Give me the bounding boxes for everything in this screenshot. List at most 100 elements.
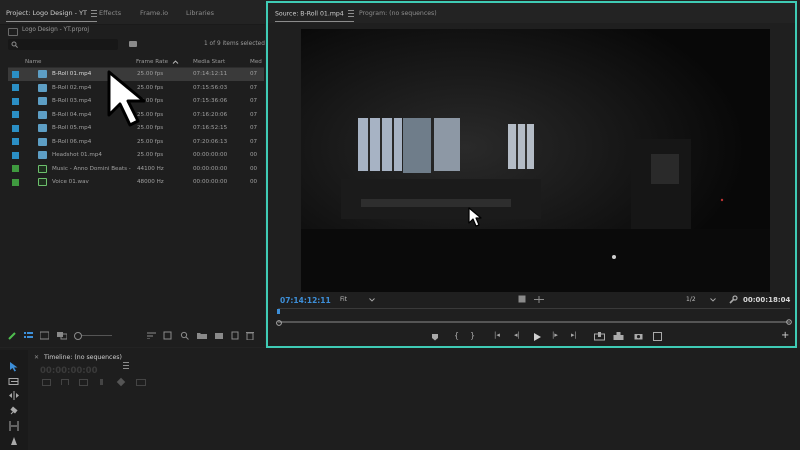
zoom-slider-handle[interactable] bbox=[74, 332, 82, 340]
fit-dropdown[interactable]: Fit bbox=[340, 295, 378, 305]
icon-view-icon[interactable] bbox=[40, 331, 49, 340]
video-preview[interactable] bbox=[301, 29, 770, 292]
insert-icon[interactable] bbox=[594, 332, 605, 341]
pencil-icon[interactable] bbox=[8, 332, 16, 340]
label-color-swatch[interactable] bbox=[12, 70, 19, 78]
new-item-icon[interactable] bbox=[231, 331, 240, 340]
close-icon[interactable]: ✕ bbox=[34, 354, 39, 361]
button-editor-icon[interactable] bbox=[653, 332, 662, 341]
item-media-end: 07 bbox=[250, 138, 258, 145]
video-file-icon bbox=[38, 70, 47, 78]
razor-tool-icon[interactable] bbox=[9, 406, 19, 416]
search-input[interactable] bbox=[8, 39, 118, 50]
source-monitor-panel: Source: B-Roll 01.mp4 Program: (no seque… bbox=[266, 1, 797, 348]
snap-icon[interactable] bbox=[61, 379, 69, 385]
list-item[interactable]: Music - Anno Domini Beats - 44100 Hz 00:… bbox=[8, 162, 264, 176]
playhead-track[interactable] bbox=[278, 321, 790, 323]
items-selected-count: 1 of 9 items selected bbox=[204, 41, 265, 47]
mark-in-icon[interactable]: { bbox=[454, 331, 459, 340]
new-bin-icon[interactable] bbox=[197, 331, 207, 339]
project-file-name: Logo Design - YT.prproj bbox=[22, 27, 89, 33]
wrench-icon[interactable] bbox=[116, 377, 126, 387]
tools-panel bbox=[0, 350, 28, 450]
insert-marker-icon[interactable] bbox=[534, 296, 544, 303]
selection-tool-icon[interactable] bbox=[9, 361, 19, 372]
item-media-end: 00 bbox=[250, 152, 258, 158]
item-media-start: 07:15:56:03 bbox=[193, 84, 228, 91]
step-forward-icon[interactable]: |▸ bbox=[552, 331, 558, 339]
label-color-swatch[interactable] bbox=[12, 111, 19, 118]
scrub-end-icon[interactable] bbox=[786, 319, 792, 325]
col-frame-rate[interactable]: Frame Rate bbox=[136, 59, 168, 65]
new-item-icon[interactable] bbox=[214, 331, 224, 340]
slip-tool-icon[interactable] bbox=[8, 421, 20, 431]
camera-icon[interactable] bbox=[634, 332, 643, 340]
col-media-end[interactable]: Med bbox=[250, 59, 262, 65]
track-select-icon[interactable] bbox=[8, 377, 20, 386]
automate-to-sequence-icon[interactable] bbox=[163, 331, 172, 340]
label-color-swatch[interactable] bbox=[12, 178, 19, 186]
tab-libraries[interactable]: Libraries bbox=[186, 9, 214, 17]
list-item[interactable]: B-Roll 06.mp4 25.00 fps 07:20:06:13 07 bbox=[8, 135, 264, 149]
tab-source[interactable]: Source: B-Roll 01.mp4 bbox=[275, 10, 354, 22]
project-bottom-toolbar bbox=[0, 327, 265, 345]
freeform-view-icon[interactable] bbox=[57, 331, 67, 340]
sort-ascending-icon[interactable] bbox=[172, 60, 179, 64]
time-ruler[interactable] bbox=[278, 308, 790, 314]
step-back-icon[interactable]: ◂| bbox=[514, 331, 520, 339]
video-file-icon bbox=[38, 151, 47, 159]
timeline-timecode[interactable]: 00:00:00:00 bbox=[40, 366, 98, 376]
go-to-in-icon[interactable]: |◂ bbox=[494, 331, 500, 339]
panel-menu-icon[interactable] bbox=[91, 9, 98, 17]
chevron-down-icon bbox=[710, 298, 716, 302]
zoom-slider-track[interactable] bbox=[82, 335, 112, 336]
tab-effects[interactable]: Effects bbox=[99, 9, 121, 17]
item-name: B-Roll 05.mp4 bbox=[52, 125, 92, 131]
label-color-swatch[interactable] bbox=[12, 165, 19, 172]
tab-program[interactable]: Program: (no sequences) bbox=[359, 10, 437, 17]
mouse-cursor-icon bbox=[468, 207, 482, 227]
playhead-icon[interactable] bbox=[275, 309, 283, 327]
overwrite-icon[interactable] bbox=[613, 332, 624, 341]
wrench-icon[interactable] bbox=[729, 295, 738, 304]
label-color-swatch[interactable] bbox=[12, 97, 19, 105]
mark-out-icon[interactable]: } bbox=[470, 331, 475, 340]
panel-menu-icon[interactable] bbox=[347, 10, 354, 17]
find-icon[interactable] bbox=[180, 331, 189, 340]
timeline-title[interactable]: Timeline: (no sequences) bbox=[44, 354, 122, 361]
nest-icon[interactable] bbox=[42, 379, 51, 386]
item-name: Voice 01.wav bbox=[52, 179, 89, 185]
tab-frameio[interactable]: Frame.io bbox=[140, 9, 168, 17]
resolution-dropdown[interactable]: 1/2 bbox=[686, 295, 726, 305]
col-name[interactable]: Name bbox=[25, 59, 42, 65]
item-name: B-Roll 01.mp4 bbox=[52, 71, 92, 77]
add-button-icon[interactable]: + bbox=[781, 330, 789, 341]
list-item[interactable]: Headshot 01.mp4 25.00 fps 00:00:00:00 00 bbox=[8, 149, 264, 163]
col-media-start[interactable]: Media Start bbox=[193, 59, 225, 65]
label-color-swatch[interactable] bbox=[12, 151, 19, 159]
trash-icon[interactable] bbox=[246, 331, 254, 340]
tab-project[interactable]: Project: Logo Design - YT bbox=[6, 9, 98, 22]
captions-icon[interactable] bbox=[136, 379, 146, 386]
item-media-end: 07 bbox=[250, 111, 258, 118]
tab-project-label: Project: Logo Design - YT bbox=[6, 9, 88, 17]
play-icon[interactable] bbox=[533, 332, 542, 342]
go-to-out-icon[interactable]: ▸| bbox=[571, 331, 577, 339]
sort-icons-icon[interactable] bbox=[147, 332, 156, 339]
ripple-edit-icon[interactable] bbox=[8, 391, 20, 400]
add-marker-icon[interactable] bbox=[100, 379, 103, 385]
label-color-swatch[interactable] bbox=[12, 138, 19, 145]
item-frame-rate: 44100 Hz bbox=[137, 165, 164, 172]
list-view-icon[interactable] bbox=[24, 331, 33, 340]
list-item[interactable]: Voice 01.wav 48000 Hz 00:00:00:00 00 bbox=[8, 176, 264, 190]
safe-margins-icon[interactable] bbox=[518, 295, 526, 303]
linked-selection-icon[interactable] bbox=[79, 379, 88, 386]
panel-menu-icon[interactable] bbox=[123, 362, 129, 369]
new-bin-icon[interactable] bbox=[129, 41, 137, 47]
label-color-swatch[interactable] bbox=[12, 124, 19, 132]
video-file-icon bbox=[38, 97, 47, 105]
add-marker-icon[interactable] bbox=[431, 333, 439, 341]
pen-tool-icon[interactable] bbox=[9, 436, 19, 446]
label-color-swatch[interactable] bbox=[12, 84, 19, 91]
source-timecode[interactable]: 07:14:12:11 bbox=[280, 296, 331, 305]
